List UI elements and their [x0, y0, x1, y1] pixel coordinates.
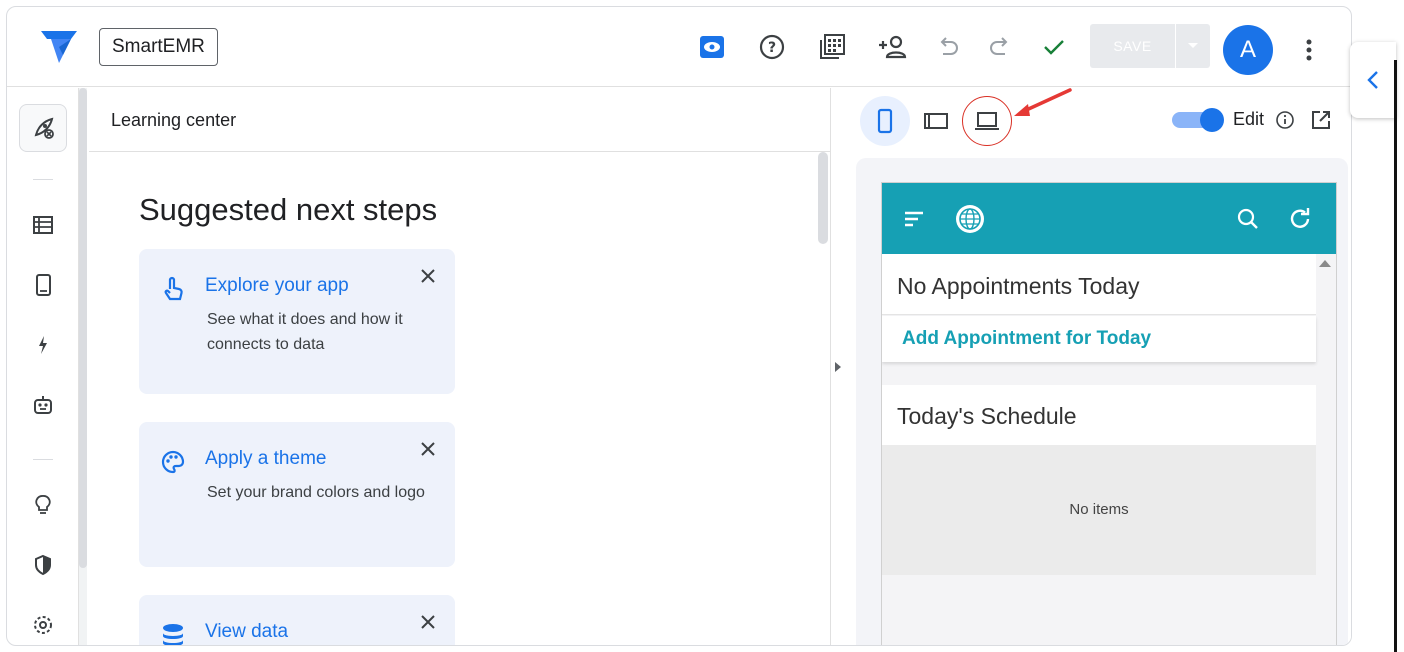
rocket-icon[interactable]	[19, 104, 67, 152]
share-user-icon[interactable]	[877, 32, 907, 62]
collapse-panel-tab[interactable]	[1350, 42, 1396, 118]
close-icon[interactable]	[417, 611, 439, 633]
database-icon	[159, 621, 187, 645]
chevron-left-icon	[1367, 71, 1378, 89]
close-icon[interactable]	[417, 265, 439, 287]
automation-bolt-icon[interactable]	[19, 321, 67, 369]
top-bar: SmartEMR ? SAVE A	[7, 7, 1351, 87]
app-globe-logo-icon	[954, 203, 986, 235]
open-external-icon[interactable]	[1310, 109, 1332, 131]
close-icon[interactable]	[417, 438, 439, 460]
rail-scrollbar[interactable]	[79, 88, 87, 645]
window-edge-divider	[1394, 60, 1397, 652]
add-appointment-row[interactable]: Add Appointment for Today	[882, 316, 1316, 362]
schedule-section: Today's Schedule	[882, 385, 1316, 445]
learning-center-panel: Learning center Suggested next steps Exp…	[89, 88, 831, 645]
add-appointment-link[interactable]: Add Appointment for Today	[882, 316, 1316, 362]
card-apply-theme[interactable]: Apply a theme Set your brand colors and …	[139, 422, 455, 567]
save-button[interactable]: SAVE	[1090, 24, 1176, 68]
left-nav-rail	[7, 88, 79, 645]
bot-icon[interactable]	[19, 381, 67, 429]
refresh-icon[interactable]	[1284, 203, 1316, 235]
info-icon[interactable]	[1274, 109, 1296, 131]
touch-hand-icon	[159, 275, 187, 303]
save-button-group: SAVE	[1090, 24, 1210, 68]
tablet-device-icon[interactable]	[911, 96, 961, 146]
suggested-steps-title: Suggested next steps	[139, 192, 438, 227]
edit-toggle[interactable]	[1172, 108, 1224, 132]
app-header-bar	[882, 183, 1336, 254]
check-icon[interactable]	[1039, 32, 1069, 62]
rail-divider	[33, 459, 53, 460]
help-icon[interactable]: ?	[757, 32, 787, 62]
scroll-up-arrow-icon[interactable]	[1319, 260, 1331, 267]
card-explore-app[interactable]: Explore your app See what it does and ho…	[139, 249, 455, 394]
security-shield-icon[interactable]	[19, 541, 67, 589]
preview-eye-icon[interactable]	[697, 32, 727, 62]
preview-toolbar: Edit	[850, 88, 1351, 154]
redo-icon[interactable]	[985, 32, 1015, 62]
panel-collapse-arrow-icon[interactable]	[835, 362, 841, 372]
annotation-arrow-icon	[1014, 88, 1072, 116]
desktop-device-icon[interactable]	[962, 96, 1012, 146]
caret-down-icon[interactable]	[1176, 24, 1210, 68]
edit-label: Edit	[1233, 109, 1265, 129]
kebab-menu-icon[interactable]	[1297, 35, 1321, 65]
learning-center-header: Learning center	[89, 88, 830, 152]
lightbulb-icon[interactable]	[19, 481, 67, 529]
card-description: See what it does and how it connects to …	[207, 311, 403, 353]
empty-schedule-message: No items	[882, 445, 1316, 575]
card-title[interactable]: Explore your app	[205, 275, 349, 297]
no-appointments-section: No Appointments Today	[882, 254, 1316, 315]
gallery-icon[interactable]	[817, 32, 847, 62]
appsheet-logo-icon[interactable]	[37, 27, 81, 67]
learning-scrollbar[interactable]	[816, 152, 830, 645]
search-icon[interactable]	[1232, 203, 1264, 235]
rail-divider	[33, 179, 53, 180]
app-window: SmartEMR ? SAVE A Learning center Sugges…	[6, 6, 1352, 646]
card-title[interactable]: Apply a theme	[205, 448, 326, 470]
app-preview-frame: No Appointments Today Add Appointment fo…	[881, 182, 1337, 645]
data-table-icon[interactable]	[19, 201, 67, 249]
mobile-view-icon[interactable]	[19, 261, 67, 309]
palette-icon	[159, 448, 187, 476]
svg-text:?: ?	[768, 40, 776, 56]
card-view-data[interactable]: View data	[139, 595, 455, 645]
hamburger-menu-icon[interactable]	[898, 203, 930, 235]
mobile-device-icon[interactable]	[860, 96, 910, 146]
device-preview-area: No Appointments Today Add Appointment fo…	[856, 158, 1348, 645]
schedule-heading: Today's Schedule	[897, 403, 1077, 429]
card-title[interactable]: View data	[205, 621, 288, 643]
no-appointments-heading: No Appointments Today	[897, 273, 1140, 299]
preview-panel: Edit No Appointments Today Add Appointme…	[850, 88, 1351, 645]
user-avatar[interactable]: A	[1223, 25, 1273, 75]
app-body: No Appointments Today Add Appointment fo…	[882, 254, 1336, 645]
undo-icon[interactable]	[933, 32, 963, 62]
card-description: Set your brand colors and logo	[207, 484, 425, 501]
app-name-label[interactable]: SmartEMR	[99, 28, 218, 66]
settings-gear-icon[interactable]	[19, 601, 67, 645]
